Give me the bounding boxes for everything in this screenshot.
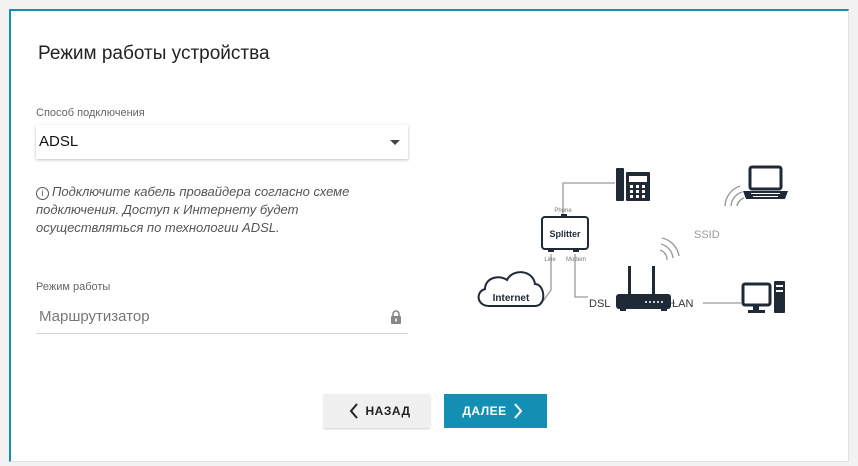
line-port-label: Line: [544, 257, 556, 263]
info-message: Подключите кабель провайдера согласно сх…: [36, 184, 350, 235]
cloud-icon: Internet: [477, 271, 545, 307]
connection-type-label: Способ подключения: [36, 107, 145, 119]
router-icon: [616, 237, 680, 311]
chevron-right-icon: [513, 403, 522, 419]
back-button-label: НАЗАД: [365, 404, 411, 418]
back-button[interactable]: НАЗАД: [324, 394, 430, 428]
desktop-icon: [741, 281, 785, 313]
info-text: i Подключите кабель провайдера согласно с…: [36, 183, 401, 237]
splitter-icon: Phone Splitter Line Modem: [541, 208, 589, 263]
mode-value: Маршрутизатор: [39, 308, 150, 325]
modem-port-label: Modem: [566, 257, 586, 263]
wizard-card: Режим работы устройства Способ подключен…: [9, 9, 849, 462]
phone-icon: [616, 168, 650, 201]
dsl-label: DSL: [589, 298, 610, 310]
ssid-label: SSID: [694, 229, 720, 241]
mode-field: Маршрутизатор: [36, 303, 408, 334]
chevron-down-icon: [390, 140, 400, 145]
connection-diagram: Phone Splitter Line Modem Internet DSL L…: [477, 165, 788, 313]
lock-icon: [391, 310, 401, 324]
connection-type-value: ADSL: [39, 133, 79, 150]
connection-type-select[interactable]: ADSL: [36, 125, 408, 159]
mode-label: Режим работы: [36, 281, 111, 293]
next-button-label: ДАЛЕЕ: [462, 404, 507, 418]
phone-port-label: Phone: [554, 208, 572, 214]
info-icon: i: [36, 187, 49, 200]
next-button[interactable]: ДАЛЕЕ: [444, 394, 547, 428]
internet-label: Internet: [493, 293, 530, 304]
splitter-label: Splitter: [549, 229, 581, 239]
laptop-icon: [724, 165, 788, 207]
chevron-left-icon: [350, 403, 359, 419]
page-title: Режим работы устройства: [38, 43, 270, 64]
lan-label: LAN: [672, 298, 693, 310]
